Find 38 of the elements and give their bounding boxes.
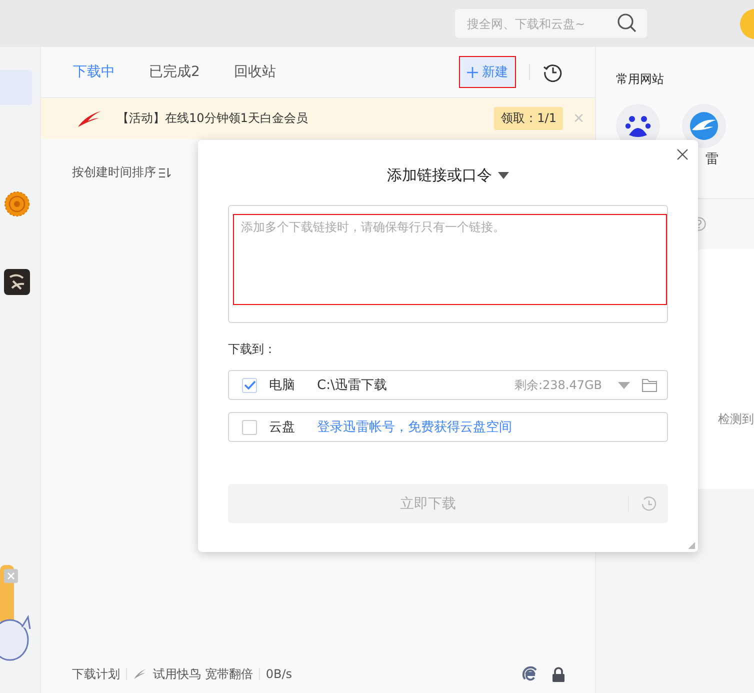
banner-text: 【活动】在线10分钟领1天白金会员 [117,110,308,127]
plus-icon [467,66,478,78]
destination-row[interactable]: 电脑 C:\迅雷下载 剩余:238.47GB [228,370,668,400]
sidebar-item[interactable] [2,267,32,297]
caret-icon[interactable] [498,172,509,178]
history-icon[interactable] [543,62,563,82]
bird-icon [133,668,147,680]
free-space: 剩余:238.47GB [514,376,602,394]
tab[interactable]: 回收站 [234,63,276,81]
destination-name: 电脑 [269,377,295,394]
site-label: 雷 [706,151,718,168]
boost-link[interactable]: 试用快鸟 宽带翻倍 [153,666,253,682]
claim-button[interactable]: 领取：1/1 [494,107,564,130]
resize-grip-icon[interactable] [688,542,695,549]
download-plan-link[interactable]: 下载计划 [72,666,120,682]
folder-icon[interactable] [642,378,657,392]
sort-icon[interactable] [159,168,171,178]
save-to-label: 下载到： [228,341,277,358]
browser-icon[interactable] [522,666,538,682]
sort-label[interactable]: 按创建时间排序 [72,164,156,181]
medal-icon [4,191,30,217]
bird-logo-icon[interactable] [682,104,726,148]
folder-path: C:\迅雷下载 [317,377,387,394]
speed-text: 0B/s [266,667,292,681]
section-title: 常用网站 [616,71,665,88]
lock-icon[interactable] [552,666,565,682]
link-input-field[interactable]: 添加多个下载链接时，请确保每行只有一个链接。 [233,214,667,305]
dialog-title[interactable]: 添加链接或口令 [387,166,492,184]
destination-name: 云盘 [269,419,295,436]
close-icon [677,149,688,160]
tab[interactable]: 已完成2 [149,63,200,81]
close-button[interactable] [677,149,688,160]
destination-row[interactable]: 云盘 登录迅雷帐号，免费获得云盘空间 [228,412,668,442]
search-icon[interactable] [617,13,637,33]
search-field[interactable]: 搜全网、下载和云盘~ [455,9,647,38]
notice-text: 检测到 [718,411,754,428]
checkbox[interactable] [242,378,257,392]
checkbox[interactable] [242,420,257,434]
